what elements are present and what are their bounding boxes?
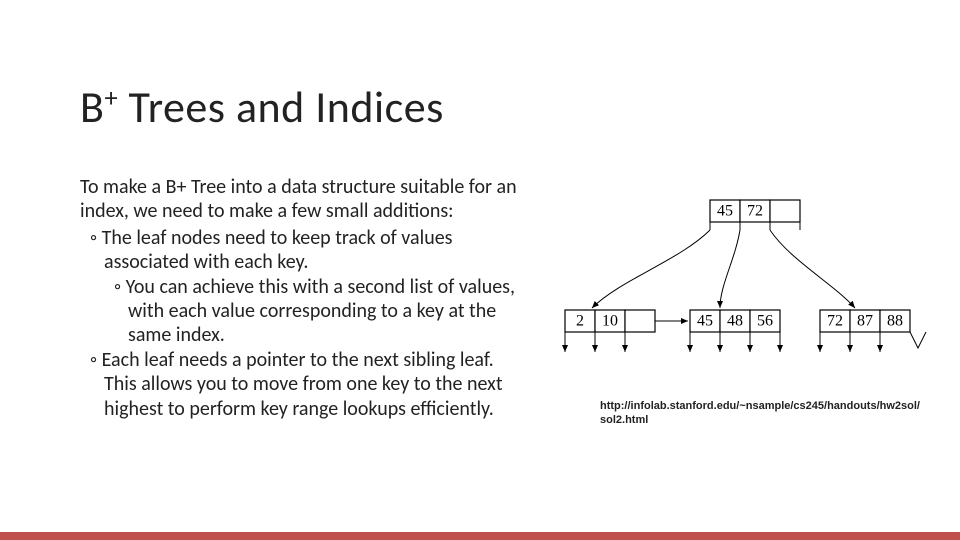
leaf2-key-0: 45 [697, 313, 713, 330]
leaf1-key-1: 10 [602, 313, 618, 330]
source-caption: http://infolab.stanford.edu/~nsample/cs2… [600, 400, 920, 428]
leaf1-key-0: 2 [576, 313, 584, 330]
leaf-node-1: 2 10 [565, 310, 655, 352]
footer-accent-bar [0, 532, 960, 540]
leaf-node-3: 72 87 88 [820, 310, 926, 352]
slide: B+ Trees and Indices To make a B+ Tree i… [0, 0, 960, 540]
arrow-root-leaf1 [592, 230, 710, 308]
leaf3-key-1: 87 [857, 313, 873, 330]
root-node: 45 72 [710, 200, 800, 230]
title-rest: Trees and Indices [118, 80, 444, 134]
leaf2-key-2: 56 [757, 313, 773, 330]
bullet-list: The leaf nodes need to keep track of val… [80, 226, 520, 421]
leaf3-key-0: 72 [827, 313, 843, 330]
intro-text: To make a B+ Tree into a data structure … [80, 175, 520, 224]
leaf2-key-1: 48 [727, 313, 743, 330]
root-key-0: 45 [717, 203, 733, 220]
body-text: To make a B+ Tree into a data structure … [80, 175, 520, 421]
bullet-1-1: You can achieve this with a second list … [128, 275, 520, 348]
arrow-root-leaf2 [720, 230, 740, 308]
leaf3-key-2: 88 [887, 313, 903, 330]
slide-title: B+ Trees and Indices [80, 80, 444, 134]
title-sup: + [104, 82, 118, 114]
bullet-1: The leaf nodes need to keep track of val… [104, 226, 520, 275]
bullet-2: Each leaf needs a pointer to the next si… [104, 348, 520, 421]
bplus-tree-diagram: 45 72 2 10 [560, 190, 940, 410]
title-main: B [80, 80, 104, 134]
arrow-root-leaf3 [770, 230, 855, 308]
leaf3-sibling-continuation [910, 332, 926, 348]
leaf-node-2: 45 48 56 [690, 310, 780, 352]
root-key-1: 72 [747, 203, 763, 220]
